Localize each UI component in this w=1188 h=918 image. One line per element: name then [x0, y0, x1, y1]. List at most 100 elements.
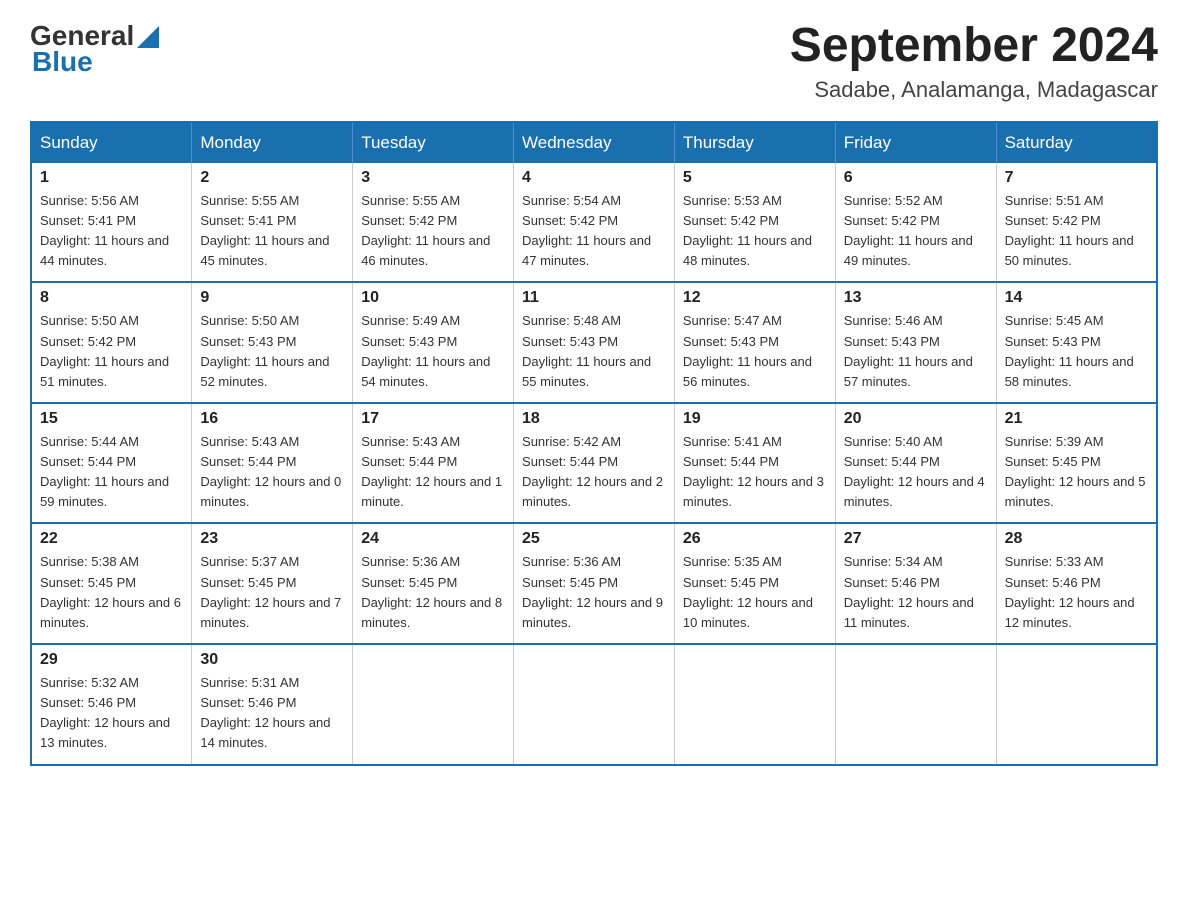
calendar-cell: 7Sunrise: 5:51 AMSunset: 5:42 PMDaylight…: [996, 163, 1157, 283]
day-info: Sunrise: 5:36 AMSunset: 5:45 PMDaylight:…: [522, 552, 666, 633]
day-number: 10: [361, 289, 505, 307]
week-row-2: 8Sunrise: 5:50 AMSunset: 5:42 PMDaylight…: [31, 282, 1157, 403]
day-info: Sunrise: 5:45 AMSunset: 5:43 PMDaylight:…: [1005, 311, 1148, 392]
day-number: 18: [522, 410, 666, 428]
calendar-cell: 9 Sunrise: 5:50 AMSunset: 5:43 PMDaylight…: [192, 282, 353, 403]
weekday-header-monday: Monday: [192, 122, 353, 163]
day-number: 5: [683, 169, 827, 187]
calendar-subtitle: Sadabe, Analamanga, Madagascar: [790, 77, 1158, 103]
calendar-cell: 30 Sunrise: 5:31 AMSunset: 5:46 PMDayligh…: [192, 644, 353, 765]
day-info: Sunrise: 5:39 AMSunset: 5:45 PMDaylight:…: [1005, 432, 1148, 513]
calendar-title-block: September 2024 Sadabe, Analamanga, Madag…: [790, 20, 1158, 103]
calendar-cell: 14Sunrise: 5:45 AMSunset: 5:43 PMDayligh…: [996, 282, 1157, 403]
day-info: Sunrise: 5:47 AMSunset: 5:43 PMDaylight:…: [683, 311, 827, 392]
weekday-header-thursday: Thursday: [674, 122, 835, 163]
calendar-cell: 8Sunrise: 5:50 AMSunset: 5:42 PMDaylight…: [31, 282, 192, 403]
calendar-cell: [996, 644, 1157, 765]
day-info: Sunrise: 5:43 AMSunset: 5:44 PMDaylight:…: [361, 432, 505, 513]
calendar-cell: 2 Sunrise: 5:55 AMSunset: 5:41 PMDaylight…: [192, 163, 353, 283]
day-info: Sunrise: 5:56 AMSunset: 5:41 PMDaylight:…: [40, 191, 183, 272]
day-info: Sunrise: 5:32 AMSunset: 5:46 PMDaylight:…: [40, 673, 183, 754]
logo-arrow-icon: [137, 22, 159, 48]
day-info: Sunrise: 5:55 AMSunset: 5:41 PMDaylight:…: [200, 191, 344, 272]
day-number: 1: [40, 169, 183, 187]
calendar-cell: 1 Sunrise: 5:56 AMSunset: 5:41 PMDaylight…: [31, 163, 192, 283]
day-info: Sunrise: 5:52 AMSunset: 5:42 PMDaylight:…: [844, 191, 988, 272]
day-number: 6: [844, 169, 988, 187]
week-row-5: 29 Sunrise: 5:32 AMSunset: 5:46 PMDayligh…: [31, 644, 1157, 765]
calendar-cell: 21 Sunrise: 5:39 AMSunset: 5:45 PMDayligh…: [996, 403, 1157, 524]
calendar-cell: 11 Sunrise: 5:48 AMSunset: 5:43 PMDayligh…: [514, 282, 675, 403]
day-number: 3: [361, 169, 505, 187]
calendar-cell: 29 Sunrise: 5:32 AMSunset: 5:46 PMDayligh…: [31, 644, 192, 765]
calendar-cell: 13 Sunrise: 5:46 AMSunset: 5:43 PMDayligh…: [835, 282, 996, 403]
calendar-cell: 6 Sunrise: 5:52 AMSunset: 5:42 PMDaylight…: [835, 163, 996, 283]
page-header: General Blue September 2024 Sadabe, Anal…: [30, 20, 1158, 103]
day-number: 17: [361, 410, 505, 428]
week-row-3: 15 Sunrise: 5:44 AMSunset: 5:44 PMDayligh…: [31, 403, 1157, 524]
day-info: Sunrise: 5:34 AMSunset: 5:46 PMDaylight:…: [844, 552, 988, 633]
day-info: Sunrise: 5:31 AMSunset: 5:46 PMDaylight:…: [200, 673, 344, 754]
weekday-header-sunday: Sunday: [31, 122, 192, 163]
day-number: 27: [844, 530, 988, 548]
calendar-cell: [674, 644, 835, 765]
day-info: Sunrise: 5:44 AMSunset: 5:44 PMDaylight:…: [40, 432, 183, 513]
day-number: 24: [361, 530, 505, 548]
day-info: Sunrise: 5:48 AMSunset: 5:43 PMDaylight:…: [522, 311, 666, 392]
calendar-cell: 4 Sunrise: 5:54 AMSunset: 5:42 PMDaylight…: [514, 163, 675, 283]
calendar-cell: 23Sunrise: 5:37 AMSunset: 5:45 PMDayligh…: [192, 523, 353, 644]
day-number: 15: [40, 410, 183, 428]
day-number: 9: [200, 289, 344, 307]
day-number: 23: [200, 530, 344, 548]
week-row-1: 1 Sunrise: 5:56 AMSunset: 5:41 PMDaylight…: [31, 163, 1157, 283]
day-number: 13: [844, 289, 988, 307]
calendar-cell: [835, 644, 996, 765]
day-number: 29: [40, 651, 183, 669]
calendar-cell: 16 Sunrise: 5:43 AMSunset: 5:44 PMDayligh…: [192, 403, 353, 524]
weekday-header-wednesday: Wednesday: [514, 122, 675, 163]
calendar-cell: 22 Sunrise: 5:38 AMSunset: 5:45 PMDayligh…: [31, 523, 192, 644]
day-number: 19: [683, 410, 827, 428]
day-number: 20: [844, 410, 988, 428]
logo-blue-text: Blue: [32, 46, 93, 78]
day-info: Sunrise: 5:35 AMSunset: 5:45 PMDaylight:…: [683, 552, 827, 633]
day-info: Sunrise: 5:53 AMSunset: 5:42 PMDaylight:…: [683, 191, 827, 272]
day-number: 8: [40, 289, 183, 307]
day-info: Sunrise: 5:55 AMSunset: 5:42 PMDaylight:…: [361, 191, 505, 272]
weekday-header-tuesday: Tuesday: [353, 122, 514, 163]
day-number: 12: [683, 289, 827, 307]
calendar-cell: 25 Sunrise: 5:36 AMSunset: 5:45 PMDayligh…: [514, 523, 675, 644]
day-info: Sunrise: 5:40 AMSunset: 5:44 PMDaylight:…: [844, 432, 988, 513]
day-number: 16: [200, 410, 344, 428]
day-number: 22: [40, 530, 183, 548]
day-info: Sunrise: 5:36 AMSunset: 5:45 PMDaylight:…: [361, 552, 505, 633]
logo: General Blue: [30, 20, 159, 78]
day-number: 11: [522, 289, 666, 307]
day-info: Sunrise: 5:50 AMSunset: 5:43 PMDaylight:…: [200, 311, 344, 392]
calendar-cell: 20 Sunrise: 5:40 AMSunset: 5:44 PMDayligh…: [835, 403, 996, 524]
calendar-cell: 24 Sunrise: 5:36 AMSunset: 5:45 PMDayligh…: [353, 523, 514, 644]
day-number: 2: [200, 169, 344, 187]
weekday-header-row: SundayMondayTuesdayWednesdayThursdayFrid…: [31, 122, 1157, 163]
calendar-cell: 10Sunrise: 5:49 AMSunset: 5:43 PMDayligh…: [353, 282, 514, 403]
day-info: Sunrise: 5:42 AMSunset: 5:44 PMDaylight:…: [522, 432, 666, 513]
calendar-cell: [353, 644, 514, 765]
day-info: Sunrise: 5:54 AMSunset: 5:42 PMDaylight:…: [522, 191, 666, 272]
calendar-table: SundayMondayTuesdayWednesdayThursdayFrid…: [30, 121, 1158, 766]
day-number: 30: [200, 651, 344, 669]
day-number: 4: [522, 169, 666, 187]
calendar-cell: 27 Sunrise: 5:34 AMSunset: 5:46 PMDayligh…: [835, 523, 996, 644]
calendar-cell: 5 Sunrise: 5:53 AMSunset: 5:42 PMDaylight…: [674, 163, 835, 283]
weekday-header-friday: Friday: [835, 122, 996, 163]
day-number: 26: [683, 530, 827, 548]
calendar-title: September 2024: [790, 20, 1158, 73]
day-info: Sunrise: 5:38 AMSunset: 5:45 PMDaylight:…: [40, 552, 183, 633]
day-info: Sunrise: 5:43 AMSunset: 5:44 PMDaylight:…: [200, 432, 344, 513]
day-info: Sunrise: 5:33 AMSunset: 5:46 PMDaylight:…: [1005, 552, 1148, 633]
calendar-cell: 17 Sunrise: 5:43 AMSunset: 5:44 PMDayligh…: [353, 403, 514, 524]
calendar-cell: 3 Sunrise: 5:55 AMSunset: 5:42 PMDaylight…: [353, 163, 514, 283]
day-number: 21: [1005, 410, 1148, 428]
day-number: 28: [1005, 530, 1148, 548]
day-info: Sunrise: 5:46 AMSunset: 5:43 PMDaylight:…: [844, 311, 988, 392]
day-number: 25: [522, 530, 666, 548]
